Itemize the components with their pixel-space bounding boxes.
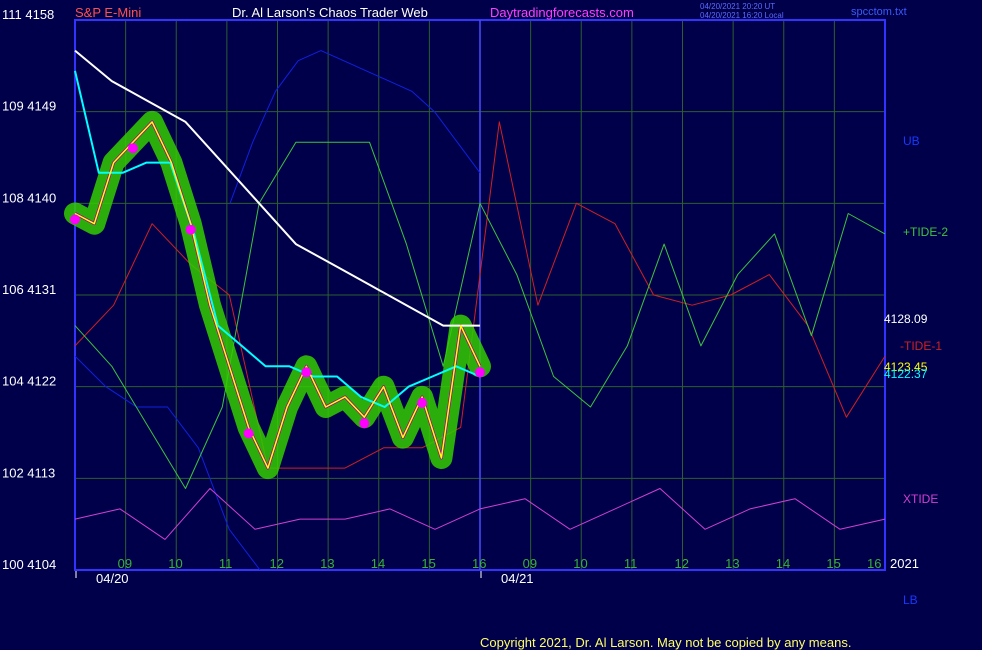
price-marker-dot (70, 214, 80, 225)
timestamp-ut: 04/20/2021 20:20 UT (700, 2, 775, 11)
y-tick-label: 111 4158 (2, 7, 54, 22)
price-marker-dot (417, 397, 428, 408)
right-series-label: UB (903, 134, 920, 148)
site-title: Dr. Al Larson's Chaos Trader Web (232, 5, 428, 20)
y-tick-label: 104 4122 (2, 374, 56, 389)
y-tick-label: 108 4140 (2, 190, 56, 205)
right-series-label: 4128.09 (884, 312, 928, 326)
price-marker-dot (185, 224, 196, 235)
right-series-label: +TIDE-2 (903, 225, 948, 239)
x-tick-label: 16 (472, 556, 486, 571)
price-marker-dot (359, 418, 370, 429)
data-file-name: spcctom.txt (851, 6, 907, 18)
x-date-label: 04/20 (96, 571, 129, 586)
chaos-chart: 111 4158 109 4149 108 4140 106 4131 104 4122… (2, 2, 948, 650)
x-tick-label: 11 (219, 556, 233, 571)
y-tick-label: 102 4113 (2, 465, 55, 480)
price-marker-dot (475, 367, 485, 378)
x-tick-label: 13 (320, 556, 334, 571)
x-tick-label: 13 (725, 556, 739, 571)
right-series-label: -TIDE-1 (900, 339, 942, 353)
x-tick-label: 16 (867, 556, 881, 571)
y-tick-label: 109 4149 (2, 99, 56, 114)
price-marker-dot (127, 143, 138, 154)
x-tick-label: 09 (523, 556, 537, 571)
x-tick-label: 12 (270, 556, 284, 571)
x-tick-label: 09 (118, 556, 132, 571)
year-label: 2021 (890, 556, 919, 571)
x-tick-label: 15 (826, 556, 840, 571)
price-marker-dot (243, 428, 254, 439)
right-series-label: XTIDE (903, 492, 938, 506)
y-tick-label: 100 4104 (2, 557, 56, 572)
copyright-notice: Copyright 2021, Dr. Al Larson. May not b… (480, 635, 851, 650)
x-tick-label: 15 (421, 556, 435, 571)
instrument-title: S&P E-Mini (75, 5, 141, 20)
right-series-label: LB (903, 593, 918, 607)
y-tick-label: 106 4131 (2, 282, 56, 297)
timestamp-local: 04/20/2021 16:20 Local (700, 11, 784, 20)
site-url-link[interactable]: Daytradingforecasts.com (490, 5, 634, 20)
right-series-label: 4122.37 (884, 367, 928, 381)
upper-band-line (229, 50, 481, 204)
x-tick-label: 14 (776, 556, 790, 571)
x-tick-label: 12 (675, 556, 689, 571)
x-tick-label: 11 (624, 556, 638, 571)
x-tick-label: 14 (371, 556, 385, 571)
x-date-label: 04/21 (501, 571, 534, 586)
x-tick-label: 10 (168, 556, 182, 571)
price-marker-dot (301, 367, 312, 378)
x-tick-label: 10 (573, 556, 587, 571)
